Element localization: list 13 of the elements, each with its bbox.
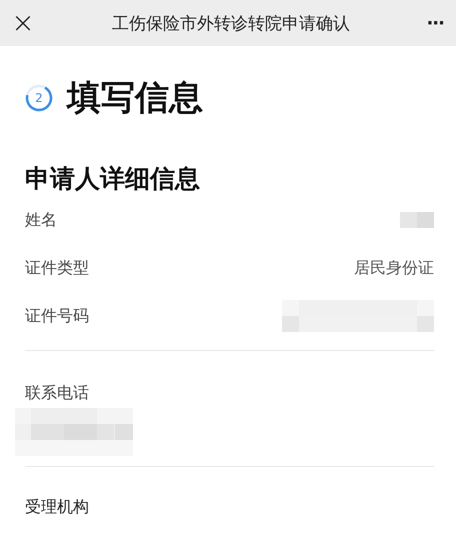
section-title: 申请人详细信息 — [24, 163, 201, 195]
more-button[interactable]: ··· — [426, 12, 444, 34]
step-title: 填写信息 — [67, 77, 203, 120]
field-label: 证件类型 — [25, 258, 89, 278]
field-value: 居民身份证 — [354, 258, 434, 278]
field-label: 联系电话 — [25, 383, 90, 404]
step-number: 2 — [34, 91, 44, 105]
step-progress-ring — [25, 84, 53, 112]
field-label: 证件号码 — [25, 306, 89, 326]
field-label: 姓名 — [25, 210, 57, 230]
close-button[interactable]: × — [10, 9, 36, 37]
page-title: 工伤保险市外转诊转院申请确认 — [112, 12, 350, 34]
field-label: 受理机构 — [25, 497, 90, 518]
